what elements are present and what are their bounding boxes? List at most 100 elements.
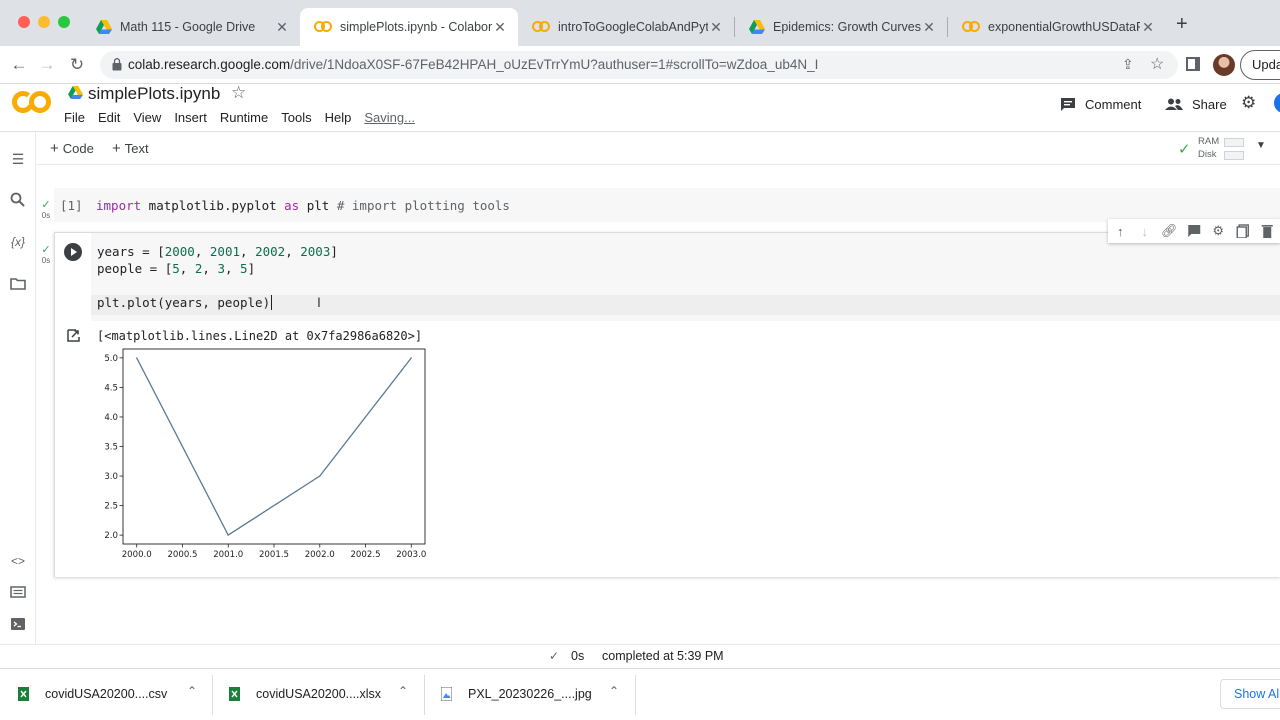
tab-math-115-drive[interactable]: Math 115 - Google Drive ✕ [82,8,300,46]
x-tick-label: 2001.5 [259,550,289,560]
code-token: plt.plot(years, people) [97,295,271,310]
output-actions-icon[interactable] [67,329,82,342]
back-arrow-icon[interactable]: ← [8,54,30,76]
mirror-cell-icon[interactable] [1231,224,1256,238]
tab-intro-colab-python[interactable]: introToGoogleColabAndPython ✕ [518,8,734,46]
download-item-jpg[interactable]: PXL_20230226_....jpg [441,679,592,709]
spreadsheet-file-icon [18,687,29,701]
comment-icon[interactable] [1182,224,1207,238]
new-tab-button[interactable]: + [1176,13,1188,36]
command-palette-icon[interactable] [9,583,27,601]
cell2-code-line-1[interactable]: years = [2000, 2001, 2002, 2003] [97,244,338,259]
reload-icon[interactable]: ↻ [66,54,88,76]
close-icon[interactable]: ✕ [274,19,290,36]
check-icon: ✓ [41,244,51,256]
cell1-code-line[interactable]: import matplotlib.pyplot as plt # import… [96,198,510,213]
chevron-down-icon[interactable]: ▼ [1256,140,1266,151]
cell2-output-text: [<matplotlib.lines.Line2D at 0x7fa2986a6… [97,329,423,343]
image-file-icon [441,687,452,701]
cell2-status: ✓ 0s [38,240,54,265]
chevron-up-icon[interactable]: ⌃ [187,684,197,698]
data-point [136,357,138,359]
show-all-downloads-button[interactable]: Show All [1220,679,1280,709]
add-code-cell-button[interactable]: + Code [50,140,94,157]
menu-edit[interactable]: Edit [98,110,120,125]
minimize-window-button[interactable] [38,16,50,28]
code-number: 3 [217,261,225,276]
google-drive-icon [96,20,112,34]
update-button[interactable]: Update [1240,50,1280,80]
close-window-button[interactable] [18,16,30,28]
menu-view[interactable]: View [133,110,161,125]
lock-icon [112,58,122,71]
code-token: import [96,198,142,213]
forward-arrow-icon[interactable]: → [36,54,58,76]
gear-icon[interactable]: ⚙ [1241,93,1256,113]
chevron-up-icon[interactable]: ⌃ [398,684,408,698]
code-cell-2[interactable]: years = [2000, 2001, 2002, 2003] people … [54,232,1280,577]
tab-epidemics-growth-curves[interactable]: Epidemics: Growth Curves - Google ✕ [735,8,947,46]
share-button[interactable]: Share [1165,94,1227,114]
close-icon[interactable]: ✕ [1140,19,1156,36]
run-cell-button[interactable] [64,243,82,261]
disk-bar [1224,151,1244,160]
data-point [227,534,229,536]
menu-runtime[interactable]: Runtime [220,110,268,125]
profile-avatar[interactable] [1213,54,1235,76]
download-item-csv[interactable]: covidUSA20200....csv [18,679,167,709]
maximize-window-button[interactable] [58,16,70,28]
download-item-xlsx[interactable]: covidUSA20200....xlsx [229,679,381,709]
bookmark-star-icon[interactable]: ☆ [1150,54,1164,74]
notebook-title[interactable]: simplePlots.ipynb [88,84,220,104]
ram-bar [1224,138,1244,147]
menu-help[interactable]: Help [325,110,352,125]
account-avatar[interactable] [1274,93,1280,113]
comment-button[interactable]: Comment [1060,94,1141,114]
add-text-cell-button[interactable]: + Text [112,140,149,157]
address-bar[interactable]: colab.research.google.com/drive/1NdoaX0S… [100,51,1178,79]
trash-icon[interactable] [1255,224,1280,238]
code-token: matplotlib.pyplot [141,198,285,213]
saving-status[interactable]: Saving... [364,110,415,125]
close-icon[interactable]: ✕ [921,19,937,36]
search-icon[interactable] [9,191,27,209]
chevron-up-icon[interactable]: ⌃ [609,684,619,698]
cell2-code-line-2[interactable]: people = [5, 2, 3, 5] [97,261,255,276]
status-message: completed at 5:39 PM [602,649,724,663]
close-icon[interactable]: ✕ [708,19,724,36]
move-down-arrow-icon[interactable]: ↓ [1133,224,1158,239]
colab-logo-icon[interactable] [12,89,52,115]
ram-label: RAM [1198,136,1220,147]
move-up-arrow-icon[interactable]: ↑ [1108,224,1133,239]
cell2-editor[interactable]: years = [2000, 2001, 2002, 2003] people … [91,233,1280,321]
link-icon[interactable]: 🔗︎ [1157,223,1182,239]
close-icon[interactable]: ✕ [492,19,508,36]
tab-simpleplots-colab[interactable]: simplePlots.ipynb - Colaboratory ✕ [300,8,518,46]
menu-tools[interactable]: Tools [281,110,311,125]
variables-icon[interactable]: {x} [9,233,27,251]
star-icon[interactable]: ☆ [231,83,246,103]
download-filename: covidUSA20200....csv [45,687,168,701]
plus-icon: + [50,140,59,157]
menu-insert[interactable]: Insert [174,110,207,125]
people-icon [1165,98,1183,110]
connected-check-icon: ✓ [1178,141,1191,158]
code-token: years = [ [97,244,165,259]
table-of-contents-icon[interactable]: ☰ [9,150,27,168]
code-comment: # import plotting tools [336,198,510,213]
code-cell-1[interactable]: [1] import matplotlib.pyplot as plt # im… [54,188,1280,222]
ibeam-cursor-icon: I [317,294,321,310]
cell2-code-line-3[interactable]: plt.plot(years, people) [97,295,273,310]
text-cursor [271,295,273,310]
menu-file[interactable]: File [64,110,85,125]
gear-icon[interactable]: ⚙ [1206,223,1231,239]
tab-exponential-growth[interactable]: exponentialGrowthUSDataPython ✕ [948,8,1166,46]
side-panel-icon[interactable] [1186,57,1200,71]
browser-toolbar: ← → ↻ colab.research.google.com/drive/1N… [0,46,1280,84]
terminal-icon[interactable] [9,615,27,633]
share-page-icon[interactable]: ⇪ [1122,56,1134,73]
code-snippets-icon[interactable]: <> [9,552,27,570]
resource-monitor[interactable]: ✓ RAM Disk ▼ [1178,136,1280,162]
colab-header: simplePlots.ipynb ☆ File Edit View Inser… [0,83,1280,132]
folder-icon[interactable] [9,275,27,293]
